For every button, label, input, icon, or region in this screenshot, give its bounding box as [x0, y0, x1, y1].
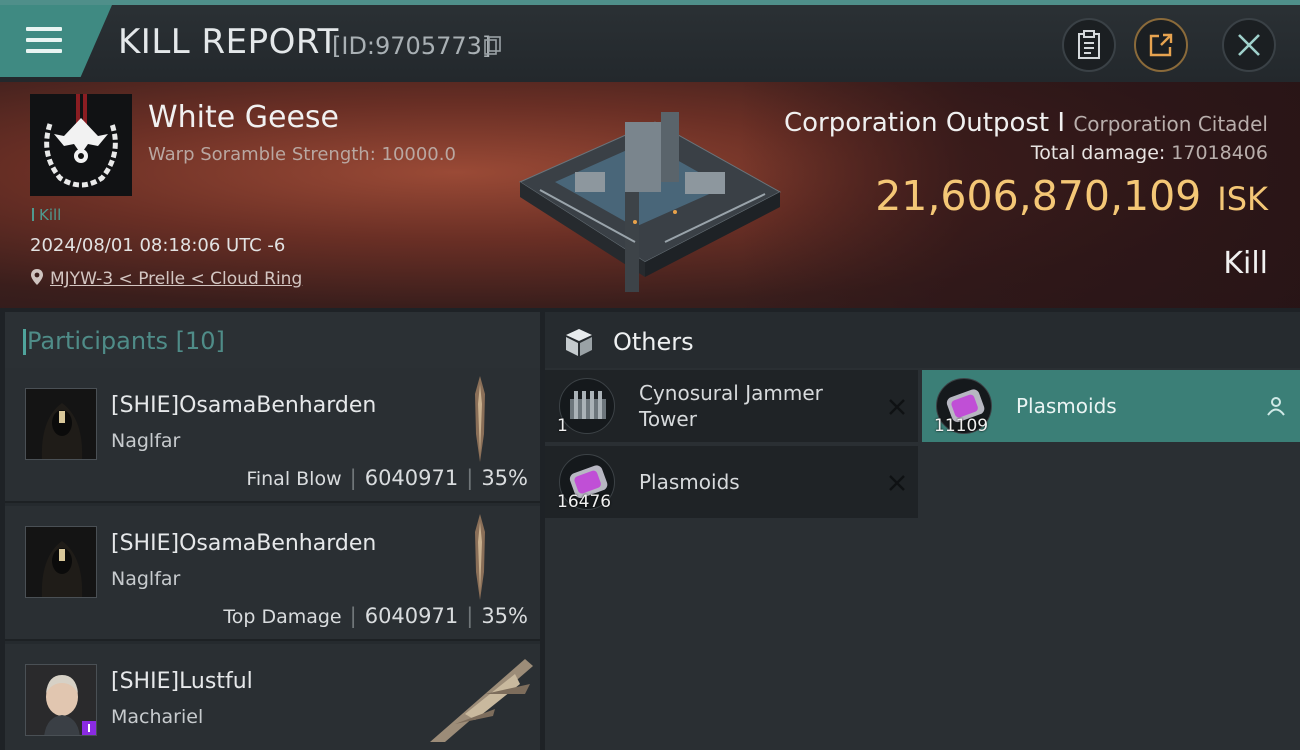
avatar [25, 526, 97, 598]
participant-ship-image [475, 514, 485, 600]
participant-damage: 6040971 [364, 466, 459, 490]
clipboard-button[interactable] [1062, 18, 1116, 72]
loot-item[interactable]: 11109 Plasmoids [922, 370, 1300, 442]
participant-ship: Machariel [111, 706, 204, 728]
result-label: Kill [1223, 246, 1268, 281]
participants-count: [10] [175, 327, 225, 355]
participants-header: Participants [10] [5, 312, 540, 368]
participant-damage: 6040971 [364, 604, 459, 628]
item-name: Cynosural Jammer Tower [639, 380, 823, 432]
share-button[interactable] [1134, 18, 1188, 72]
x-icon [889, 475, 905, 491]
total-damage-value: 17018406 [1171, 142, 1268, 164]
item-name-line1: Cynosural Jammer [639, 381, 823, 405]
participant-name: [SHIE]OsamaBenharden [111, 531, 377, 556]
isk-value: 21,606,870,109 ISK [875, 172, 1268, 220]
participants-title-text: Participants [27, 327, 168, 355]
loot-item[interactable]: 1 Cynosural Jammer Tower [545, 370, 918, 442]
warp-scramble-strength: Warp Soramble Strength: 10000.0 [148, 144, 456, 165]
participant-row[interactable]: [SHIE]Lustful Machariel [5, 644, 540, 750]
location-pin-icon [31, 269, 43, 285]
page-title: KILL REPORT [118, 22, 339, 62]
loot-item[interactable]: 16476 Plasmoids [545, 446, 918, 518]
item-quantity: 11109 [934, 416, 989, 436]
cube-icon [566, 329, 592, 356]
item-name-line2: Tower [639, 407, 697, 431]
location-link[interactable]: MJYW-3 < Prelle < Cloud Ring [50, 269, 302, 289]
participant-ship: Naglfar [111, 430, 181, 452]
kill-tag: Kill [32, 206, 61, 224]
participants-panel: Participants [10] [SHIE]OsamaBenharden N… [5, 312, 540, 750]
participant-ship-image [430, 659, 533, 742]
item-name: Plasmoids [639, 470, 740, 494]
isk-unit: ISK [1217, 180, 1268, 218]
others-title: Others [613, 328, 694, 356]
participants-title: Participants [10] [23, 327, 225, 355]
participant-percent: 35% [481, 466, 528, 490]
person-icon [1267, 397, 1285, 416]
participant-ship-image [475, 376, 485, 462]
participant-role: Final Blow [246, 468, 342, 490]
copy-icon[interactable] [484, 36, 502, 56]
report-id: [ID:9705773] [332, 32, 492, 60]
participant-row[interactable]: [SHIE]OsamaBenharden Naglfar Final Blow |… [5, 368, 540, 503]
item-quantity: 16476 [557, 492, 612, 512]
total-damage-label: Total damage: [1030, 142, 1166, 164]
participant-stats: Final Blow | 6040971 | 35% [246, 466, 528, 490]
x-icon [889, 399, 905, 415]
participant-name: [SHIE]OsamaBenharden [111, 393, 377, 418]
participant-role: Top Damage [223, 606, 342, 628]
participant-percent: 35% [481, 604, 528, 628]
participant-row[interactable]: [SHIE]OsamaBenharden Naglfar Top Damage |… [5, 506, 540, 641]
close-icon [1238, 34, 1260, 56]
participant-name: [SHIE]Lustful [111, 669, 253, 694]
total-damage: Total damage: 17018406 [1031, 142, 1268, 164]
participant-stats: Top Damage | 6040971 | 35% [223, 604, 528, 628]
item-quantity: 1 [557, 416, 568, 436]
item-name: Plasmoids [1016, 394, 1117, 418]
kill-location[interactable]: MJYW-3 < Prelle < Cloud Ring [30, 268, 302, 289]
clipboard-icon [1078, 30, 1100, 59]
others-panel: Others 1 Cynosural Jammer Tower 11109 Pl… [545, 312, 1300, 750]
victim-ship: Corporation Outpost I Corporation Citade… [784, 108, 1268, 138]
share-icon [1149, 33, 1173, 57]
close-button[interactable] [1222, 18, 1276, 72]
victim-banner: White Geese Warp Soramble Strength: 1000… [0, 82, 1300, 308]
participant-ship: Naglfar [111, 568, 181, 590]
top-bar: KILL REPORT [ID:9705773] [0, 0, 1300, 82]
avatar [25, 388, 97, 460]
victim-corp-name: White Geese [148, 100, 340, 135]
isk-amount: 21,606,870,109 [875, 172, 1202, 220]
victim-ship-name: Corporation Outpost I [783, 108, 1066, 138]
others-header: Others [545, 312, 1300, 368]
victim-ship-image [518, 112, 782, 292]
top-accent-line [0, 0, 1300, 5]
victim-ship-class: Corporation Citadel [1073, 112, 1268, 136]
corp-logo [30, 94, 132, 196]
avatar [25, 664, 97, 736]
menu-button[interactable] [0, 5, 112, 77]
kill-datetime: 2024/08/01 08:18:06 UTC -6 [30, 235, 286, 256]
menu-icon [26, 27, 62, 55]
